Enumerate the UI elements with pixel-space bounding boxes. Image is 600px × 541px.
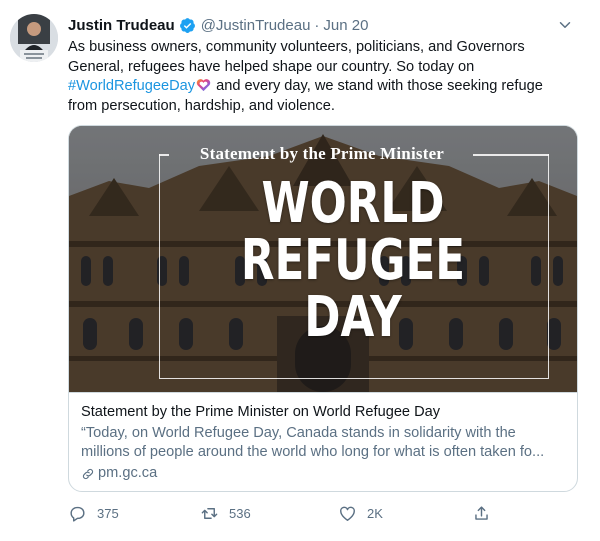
card-domain: pm.gc.ca	[81, 464, 565, 483]
separator-dot: ·	[314, 16, 320, 34]
card-description: “Today, on World Refugee Day, Canada sta…	[81, 425, 545, 460]
hashtag-link[interactable]: #WorldRefugeeDay	[68, 78, 195, 94]
heart-icon	[340, 506, 355, 521]
link-card[interactable]: Statement by the Prime Minister WORLD RE…	[68, 125, 578, 492]
retweet-button[interactable]: 536	[200, 504, 251, 523]
like-count: 2K	[367, 506, 383, 521]
share-icon	[475, 506, 488, 520]
author-name[interactable]: Justin Trudeau	[68, 17, 175, 34]
tweet-header: Justin Trudeau @JustinTrudeau · Jun 20	[68, 14, 584, 36]
tweet-text: As business owners, community volunteers…	[68, 38, 568, 116]
avatar[interactable]	[10, 14, 58, 62]
link-icon	[82, 468, 94, 479]
share-button[interactable]	[472, 504, 501, 523]
card-domain-text: pm.gc.ca	[98, 465, 158, 481]
rainbow-heart-icon	[196, 78, 211, 92]
card-image[interactable]: Statement by the Prime Minister WORLD RE…	[69, 126, 577, 392]
verified-badge-icon	[179, 17, 196, 34]
tweet[interactable]: Justin Trudeau @JustinTrudeau · Jun 20 A…	[0, 0, 600, 541]
image-header-text: Statement by the Prime Minister	[199, 144, 445, 163]
card-title: Statement by the Prime Minister on World…	[81, 404, 441, 420]
reply-icon	[70, 506, 85, 522]
tweet-text-part1: As business owners, community volunteers…	[68, 39, 525, 75]
tweet-actions: 375 536 2K	[68, 504, 508, 526]
reply-button[interactable]: 375	[68, 504, 119, 523]
reply-count: 375	[97, 506, 119, 521]
card-meta[interactable]: Statement by the Prime Minister on World…	[69, 392, 577, 491]
image-title-line: WORLD	[261, 171, 445, 236]
image-title-line: DAY	[304, 285, 402, 350]
like-button[interactable]: 2K	[338, 504, 383, 523]
image-big-title: WORLD REFUGEE DAY	[202, 176, 505, 347]
chevron-down-icon[interactable]	[556, 16, 574, 34]
image-title-line: REFUGEE	[240, 228, 466, 293]
retweet-icon	[201, 508, 218, 519]
image-frame-top-left	[159, 154, 169, 156]
tweet-timestamp[interactable]: Jun 20	[323, 17, 368, 34]
image-frame-top-right	[473, 154, 549, 156]
author-handle[interactable]: @JustinTrudeau	[201, 17, 311, 34]
retweet-count: 536	[229, 506, 251, 521]
